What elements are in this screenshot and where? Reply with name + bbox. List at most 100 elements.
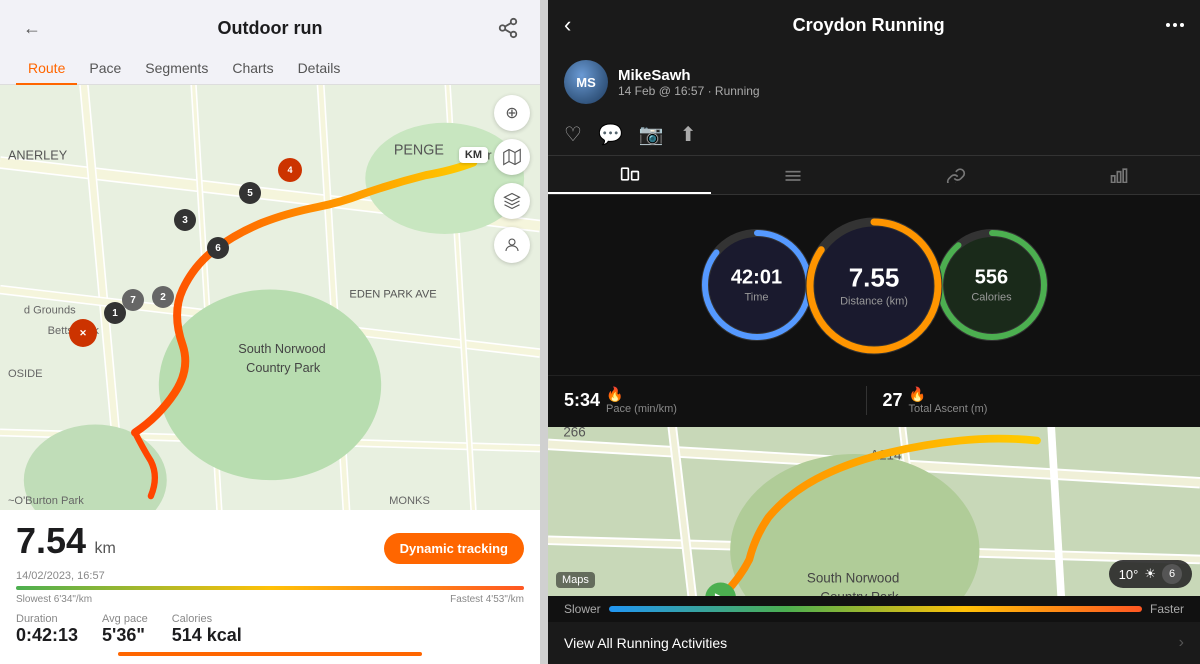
pace-label: Pace (min/km) (606, 403, 677, 415)
waypoint-3: 3 (174, 209, 196, 231)
camera-button[interactable]: 📷 (639, 122, 664, 147)
avg-pace-label: Avg pace (102, 613, 148, 625)
calories-circle: 556 Calories (932, 225, 1052, 345)
metric-duration: Duration 0:42:13 (16, 613, 78, 646)
right-back-button[interactable]: ‹ (564, 12, 571, 38)
date-label: 14/02/2023, 16:57 (16, 570, 524, 582)
duration-label: Duration (16, 613, 78, 625)
mini-stat-ascent: 27 🔥 Total Ascent (m) (866, 386, 1185, 415)
legend-bar (609, 606, 1142, 612)
waypoint-7: 7 (122, 289, 144, 311)
user-info: MS MikeSawh 14 Feb @ 16:57 · Running (548, 50, 1200, 114)
speed-labels: Slowest 6'34"/km Fastest 4'53"/km (16, 594, 524, 605)
view-tab-stats[interactable] (548, 156, 711, 194)
time-circle: 42:01 Time (697, 225, 817, 345)
footer-link[interactable]: View All Running Activities › (548, 622, 1200, 664)
metrics-row: Duration 0:42:13 Avg pace 5'36" Calories… (16, 613, 524, 646)
waypoint-end: 4 (278, 158, 302, 182)
duration-value: 0:42:13 (16, 625, 78, 646)
tab-charts[interactable]: Charts (220, 52, 285, 84)
weather-detail: 6 (1162, 564, 1182, 584)
svg-text:ANERLEY: ANERLEY (8, 148, 68, 162)
footer-link-text: View All Running Activities (564, 635, 727, 651)
waypoint-2: 2 (152, 286, 174, 308)
view-tab-chart[interactable] (1037, 156, 1200, 194)
right-header: ‹ Croydon Running (548, 0, 1200, 50)
user-name: MikeSawh (618, 67, 760, 84)
maps-label: Maps (556, 572, 595, 588)
svg-text:d Grounds: d Grounds (24, 304, 76, 316)
panel-divider (540, 0, 548, 664)
tab-pace[interactable]: Pace (77, 52, 133, 84)
svg-text:▶: ▶ (715, 589, 730, 596)
slowest-label: Slowest 6'34"/km (16, 594, 92, 605)
map-type-button[interactable] (494, 139, 530, 175)
layers-button[interactable] (494, 183, 530, 219)
svg-text:EDEN PARK AVE: EDEN PARK AVE (349, 289, 436, 301)
share-action-button[interactable]: ⬆ (680, 122, 697, 147)
ascent-label: Total Ascent (m) (909, 403, 988, 415)
distance-circle: 7.55 Distance (km) (802, 213, 947, 358)
center-map-button[interactable]: ⊕ (494, 95, 530, 131)
left-panel: ← Outdoor run Route Pace Segments Charts… (0, 0, 540, 664)
map-container[interactable]: Cator P... PENGE South Norwood Country P… (0, 85, 540, 510)
calories-label: Calories (172, 613, 242, 625)
right-map[interactable]: 266 A214 South Norwood Country Park A222… (548, 427, 1200, 596)
left-header: ← Outdoor run (0, 0, 540, 52)
mini-stats: 5:34 🔥 Pace (min/km) 27 🔥 Total Ascent (… (548, 375, 1200, 427)
svg-text:South Norwood: South Norwood (807, 570, 899, 585)
view-tab-list[interactable] (711, 156, 874, 194)
tab-route[interactable]: Route (16, 52, 77, 84)
metric-calories: Calories 514 kcal (172, 613, 242, 646)
svg-text:Country Park: Country Park (246, 361, 321, 375)
tab-segments[interactable]: Segments (133, 52, 220, 84)
svg-text:~O'Burton Park: ~O'Burton Park (8, 495, 84, 507)
waypoint-start: ✕ (69, 319, 97, 347)
chevron-right-icon: › (1179, 634, 1184, 652)
fastest-label: Fastest 4'53"/km (450, 594, 524, 605)
svg-text:PENGE: PENGE (394, 143, 444, 159)
speed-legend: Slower Faster (548, 596, 1200, 622)
weather-badge: 10° ☀ 6 (1109, 560, 1192, 588)
right-title: Croydon Running (793, 15, 945, 36)
calories-value: 514 kcal (172, 625, 242, 646)
distance-circle-value: 7.55 (840, 263, 908, 294)
km-label: KM (459, 147, 488, 163)
time-value: 42:01 (731, 267, 782, 290)
page-title: Outdoor run (218, 18, 323, 39)
mini-stat-pace: 5:34 🔥 Pace (min/km) (564, 386, 866, 415)
tabs-row: Route Pace Segments Charts Details (0, 52, 540, 85)
weather-icon: ☀ (1144, 566, 1156, 582)
right-panel: ‹ Croydon Running MS MikeSawh 14 Feb @ 1… (548, 0, 1200, 664)
pace-value: 5:34 (564, 390, 600, 411)
back-button[interactable]: ← (16, 12, 48, 44)
waypoint-5: 5 (239, 182, 261, 204)
avatar[interactable]: MS (564, 60, 608, 104)
svg-text:Country Park: Country Park (820, 590, 899, 596)
bottom-bar (118, 652, 423, 656)
user-subtitle: 14 Feb @ 16:57 · Running (618, 84, 760, 98)
distance-value: 7.54 (16, 520, 86, 561)
time-label: Time (731, 292, 782, 304)
view-tab-link[interactable] (874, 156, 1037, 194)
stats-footer: 7.54 km Dynamic tracking 14/02/2023, 16:… (0, 510, 540, 664)
dynamic-tracking-button[interactable]: Dynamic tracking (384, 533, 524, 564)
distance-unit: km (95, 540, 116, 557)
like-button[interactable]: ♡ (564, 122, 582, 147)
comment-button[interactable]: 💬 (598, 122, 623, 147)
share-button[interactable] (492, 12, 524, 44)
calories-label: Calories (971, 292, 1011, 304)
action-row: ♡ 💬 📷 ⬆ (548, 114, 1200, 156)
waypoint-6: 6 (207, 237, 229, 259)
svg-text:266: 266 (563, 427, 585, 440)
metric-avg-pace: Avg pace 5'36" (102, 613, 148, 646)
waypoint-1: 1 (104, 302, 126, 324)
avg-pace-value: 5'36" (102, 625, 148, 646)
person-button[interactable] (494, 227, 530, 263)
speed-bar (16, 586, 524, 590)
slower-label: Slower (564, 602, 601, 616)
tab-details[interactable]: Details (286, 52, 353, 84)
svg-text:South Norwood: South Norwood (238, 342, 325, 356)
more-options-button[interactable] (1166, 23, 1184, 27)
ascent-value: 27 (883, 390, 903, 411)
